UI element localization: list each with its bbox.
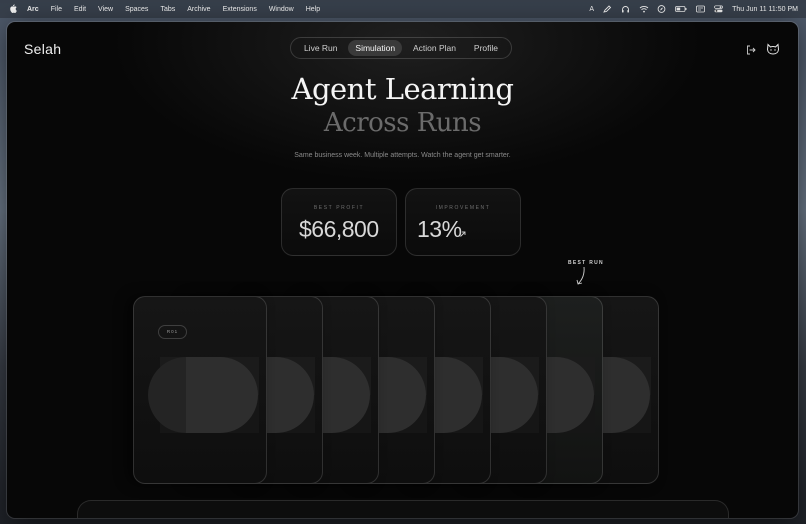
display-icon[interactable] — [696, 5, 705, 13]
compass-icon[interactable] — [657, 5, 666, 13]
menubar-clock[interactable]: Thu Jun 11 11:50 PM — [732, 6, 798, 13]
page-subtitle: Same business week. Multiple attempts. W… — [294, 152, 511, 159]
menu-extensions[interactable]: Extensions — [223, 6, 257, 13]
improvement-value: 13% — [417, 216, 462, 242]
improvement-card: IMPROVEMENT 13% — [405, 188, 521, 256]
tab-live-run[interactable]: Live Run — [297, 40, 345, 56]
best-profit-value: $66,800 — [299, 216, 379, 242]
arrow-up-right-icon — [459, 225, 467, 243]
menu-window[interactable]: Window — [269, 6, 294, 13]
bottom-panel — [77, 500, 729, 518]
wifi-icon[interactable] — [639, 5, 649, 13]
apple-icon[interactable] — [9, 3, 19, 15]
menu-edit[interactable]: Edit — [74, 6, 86, 13]
main-nav: Live Run Simulation Action Plan Profile — [290, 37, 512, 59]
cat-avatar-icon[interactable] — [766, 42, 780, 60]
control-center-icon[interactable] — [714, 5, 723, 13]
tab-profile[interactable]: Profile — [467, 40, 505, 56]
headphones-icon[interactable] — [621, 5, 630, 13]
run-badge: R01 — [158, 325, 187, 339]
run-art — [148, 357, 259, 433]
menubar-status-area: A Thu Jun 11 11:50 PM — [589, 0, 798, 18]
brand-logo[interactable]: Selah — [24, 41, 61, 57]
best-profit-card: BEST PROFIT $66,800 — [281, 188, 397, 256]
tab-action-plan[interactable]: Action Plan — [406, 40, 463, 56]
menu-archive[interactable]: Archive — [187, 6, 210, 13]
improvement-label: IMPROVEMENT — [435, 205, 491, 211]
logout-icon[interactable] — [746, 42, 756, 60]
menu-file[interactable]: File — [51, 6, 62, 13]
battery-icon[interactable] — [675, 5, 687, 13]
menu-tabs[interactable]: Tabs — [160, 6, 175, 13]
tab-simulation[interactable]: Simulation — [348, 40, 403, 56]
run-card[interactable]: R01 — [133, 296, 267, 484]
page-title-secondary: Across Runs — [323, 108, 482, 138]
menu-app-name[interactable]: Arc — [27, 6, 39, 13]
menu-bar: Arc File Edit View Spaces Tabs Archive E… — [0, 0, 806, 18]
header-actions — [746, 42, 780, 60]
menu-view[interactable]: View — [98, 6, 113, 13]
best-profit-label: BEST PROFIT — [313, 205, 365, 211]
menu-spaces[interactable]: Spaces — [125, 6, 148, 13]
input-source-indicator[interactable]: A — [589, 6, 594, 13]
app-window: Selah Live Run Simulation Action Plan Pr… — [7, 22, 798, 518]
menu-help[interactable]: Help — [306, 6, 320, 13]
pen-icon[interactable] — [603, 5, 612, 13]
page-title: Agent Learning — [291, 72, 514, 106]
curved-arrow-icon — [573, 265, 589, 292]
